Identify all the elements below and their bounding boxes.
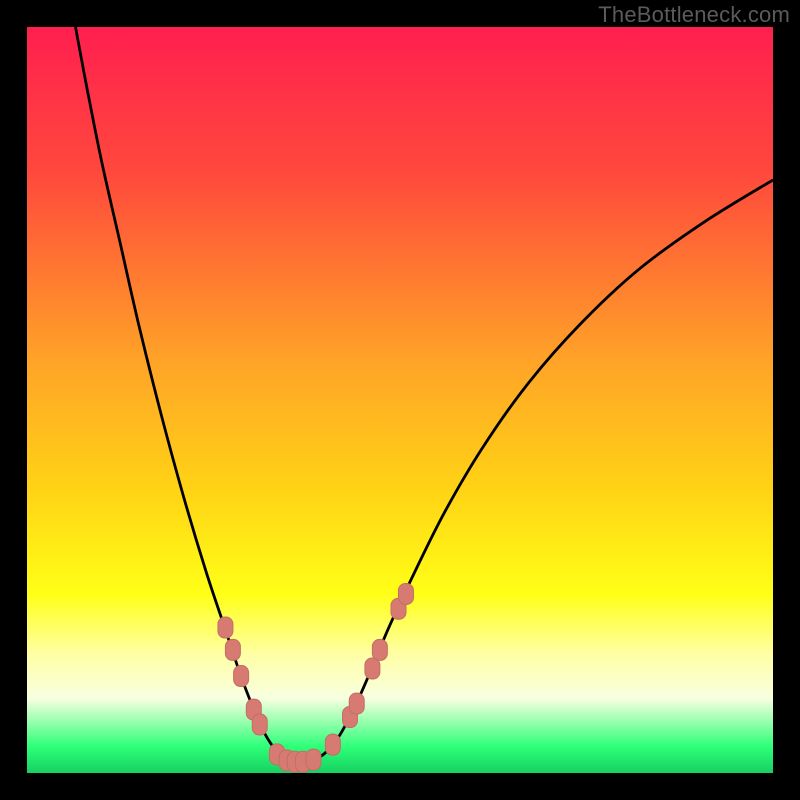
gradient-background [27,27,773,773]
data-marker [234,666,249,687]
data-marker [306,749,321,770]
data-marker [225,639,240,660]
data-marker [325,734,340,755]
data-marker [365,658,380,679]
watermark-text: TheBottleneck.com [598,2,790,28]
chart-svg [27,27,773,773]
data-marker [398,583,413,604]
data-marker [252,714,267,735]
data-marker [349,693,364,714]
data-marker [218,617,233,638]
plot-area [27,27,773,773]
data-marker [372,639,387,660]
outer-frame: TheBottleneck.com [0,0,800,800]
